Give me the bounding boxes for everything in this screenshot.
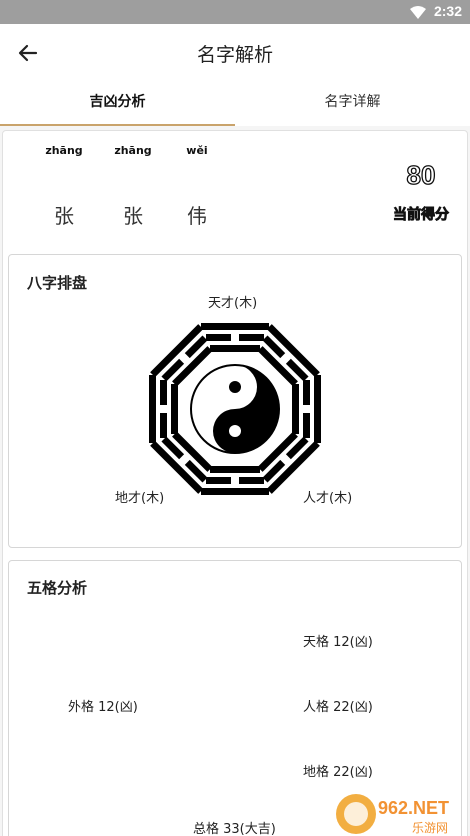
tab-jixiong[interactable]: 吉凶分析 xyxy=(0,80,235,126)
watermark-logo: 962.NET 乐游网 xyxy=(334,792,464,836)
zongge-label: 总格 33(大吉) xyxy=(193,822,276,836)
wuge-title: 五格分析 xyxy=(27,579,88,597)
pinyin-3: wěi xyxy=(186,144,208,157)
status-time: 2:32 xyxy=(433,3,462,19)
name-char-1: 张 xyxy=(54,204,74,228)
watermark-text-bottom: 乐游网 xyxy=(412,821,448,835)
tiange-label: 天格 12(凶) xyxy=(303,635,373,650)
wifi-icon xyxy=(410,5,426,24)
name-char-3: 伟 xyxy=(187,204,207,228)
status-bar: 2:32 xyxy=(0,0,470,24)
waige-label: 外格 12(凶) xyxy=(68,700,138,715)
bazi-title: 八字排盘 xyxy=(27,274,88,292)
page-title: 名字解析 xyxy=(196,44,273,66)
pinyin-2: zhāng xyxy=(114,144,152,157)
app-bar: 名字解析 xyxy=(0,24,470,80)
dige-label: 地格 22(凶) xyxy=(303,765,373,780)
tab-indicator xyxy=(0,124,235,126)
watermark-text-top: 962.NET xyxy=(378,798,449,818)
score-label: 当前得分 xyxy=(393,207,450,224)
score-value: 80 xyxy=(406,159,436,190)
tab-bar: 吉凶分析 名字详解 xyxy=(0,80,470,126)
tab-mingzi-xiangjie[interactable]: 名字详解 xyxy=(235,80,470,126)
name-char-2: 张 xyxy=(123,204,143,228)
pinyin-1: zhāng xyxy=(45,144,83,157)
renge-label: 人格 22(凶) xyxy=(303,700,373,715)
bagua-yinyang-icon xyxy=(149,323,321,495)
tiancai-label: 天才(木) xyxy=(208,296,258,311)
